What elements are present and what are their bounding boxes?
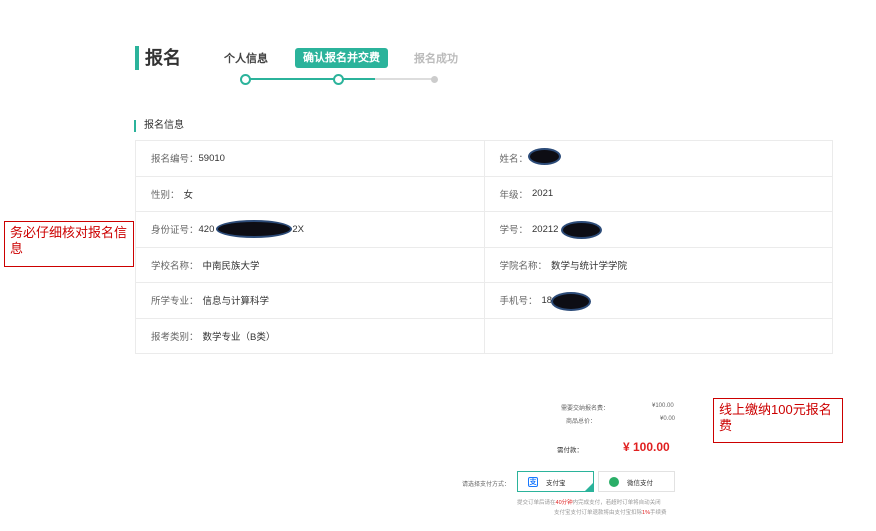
info-cell-name: 姓名：	[484, 141, 833, 177]
info-cell-school: 学校名称： 中南民族大学	[136, 247, 485, 283]
step-2-dot	[333, 74, 344, 85]
page-title: 报名	[135, 46, 181, 70]
field-label: 身份证号：	[151, 225, 199, 237]
field-value: 2021	[532, 188, 554, 200]
table-row: 所学专业： 信息与计算科学 手机号： 18 21	[136, 283, 833, 319]
info-cell-id-number: 身份证号： 420 2X	[136, 212, 485, 248]
pay-option-label: 支付宝	[546, 479, 566, 487]
step-3-dot	[431, 76, 438, 83]
payable-amount: ¥ 100.00	[623, 440, 670, 454]
field-label: 报考类别：	[151, 331, 199, 343]
fee-value: ¥100.00	[652, 403, 674, 409]
pay-option-wechat[interactable]: 微信支付	[598, 471, 675, 492]
table-row: 报考类别： 数学专业（B类）	[136, 318, 833, 354]
info-cell-grade: 年级： 2021	[484, 176, 833, 212]
info-cell-student-number: 学号： 20212	[484, 212, 833, 248]
step-1-dot	[240, 74, 251, 85]
field-value: 18	[541, 294, 553, 306]
field-label: 姓名：	[499, 154, 529, 166]
info-cell-exam-category: 报考类别： 数学专业（B类）	[136, 318, 485, 354]
table-row: 性别： 女 年级： 2021	[136, 176, 833, 212]
field-value: 420	[198, 223, 215, 235]
pay-option-label: 微信支付	[627, 479, 653, 487]
field-label: 所学专业：	[151, 296, 199, 308]
step-personal-info: 个人信息	[224, 53, 268, 65]
field-value-suffix: 2X	[292, 223, 304, 235]
field-value: 数学专业（B类）	[202, 331, 276, 343]
notice-text: 提交订单后请在	[517, 500, 556, 506]
pay-option-alipay[interactable]: 支 支付宝	[517, 471, 594, 492]
field-value: 信息与计算科学	[202, 296, 270, 308]
field-label: 学号：	[499, 225, 529, 237]
fee-label: 需要交纳报名费：	[561, 406, 610, 412]
field-value: 中南民族大学	[202, 260, 260, 272]
section-title: 报名信息	[134, 120, 184, 132]
field-value: 数学与统计学学院	[551, 260, 628, 272]
info-cell-registration-number: 报名编号： 59010	[136, 141, 485, 177]
table-row: 学校名称： 中南民族大学 学院名称： 数学与统计学学院	[136, 247, 833, 283]
annotation-verify-info: 务必仔细核对报名信息	[4, 221, 134, 267]
field-label: 手机号：	[499, 296, 538, 308]
goods-total-value: ¥0.00	[660, 416, 676, 422]
redaction-mark	[218, 222, 290, 236]
info-cell-major: 所学专业： 信息与计算科学	[136, 283, 485, 319]
goods-total-label: 商品总价：	[566, 419, 597, 425]
field-value: 59010	[198, 152, 225, 164]
step-success: 报名成功	[414, 53, 458, 65]
field-label: 性别：	[151, 189, 180, 201]
selected-check-icon	[585, 483, 593, 491]
redaction-mark	[529, 150, 559, 163]
notice-text: 内完成支付，若超时订单将自动关闭	[572, 500, 661, 506]
payment-method-label: 请选择支付方式：	[462, 482, 511, 488]
wechat-icon	[609, 476, 619, 487]
field-label: 学校名称：	[151, 260, 199, 272]
progress-track-todo	[375, 78, 435, 80]
payable-label: 需付款：	[557, 447, 583, 454]
step-confirm-and-pay: 确认报名并交费	[295, 48, 388, 68]
notice-text: 手续费	[649, 510, 667, 516]
field-label: 学院名称：	[499, 260, 548, 272]
alipay-icon: 支	[528, 476, 538, 487]
progress-track-done	[245, 78, 375, 80]
field-value: 20212	[532, 223, 559, 235]
registration-info-table: 报名编号： 59010 姓名： 性别： 女 年级： 2021 身份证号： 420…	[135, 140, 833, 354]
redaction-mark	[562, 223, 600, 237]
info-cell-gender: 性别： 女	[136, 176, 485, 212]
payment-notice-line-2: 支付宝支付订单退款将由支付宝扣除1%手续费	[554, 508, 666, 516]
info-cell-college: 学院名称： 数学与统计学学院	[484, 247, 833, 283]
info-cell-empty	[484, 318, 833, 354]
redaction-mark	[552, 294, 589, 309]
payment-notice-line-1: 提交订单后请在40分钟内完成支付，若超时订单将自动关闭	[517, 498, 661, 506]
annotation-pay-fee: 线上缴纳100元报名费	[713, 398, 843, 443]
notice-highlight: 40分钟	[555, 500, 573, 506]
table-row: 身份证号： 420 2X 学号： 20212	[136, 212, 833, 248]
info-cell-phone: 手机号： 18 21	[484, 283, 833, 319]
field-label: 报名编号：	[151, 154, 199, 166]
table-row: 报名编号： 59010 姓名：	[136, 141, 833, 177]
notice-text: 支付宝支付订单退款将由支付宝扣除	[554, 510, 643, 516]
notice-highlight: 1%	[642, 510, 650, 516]
field-value: 女	[183, 189, 194, 201]
field-label: 年级：	[499, 189, 529, 201]
